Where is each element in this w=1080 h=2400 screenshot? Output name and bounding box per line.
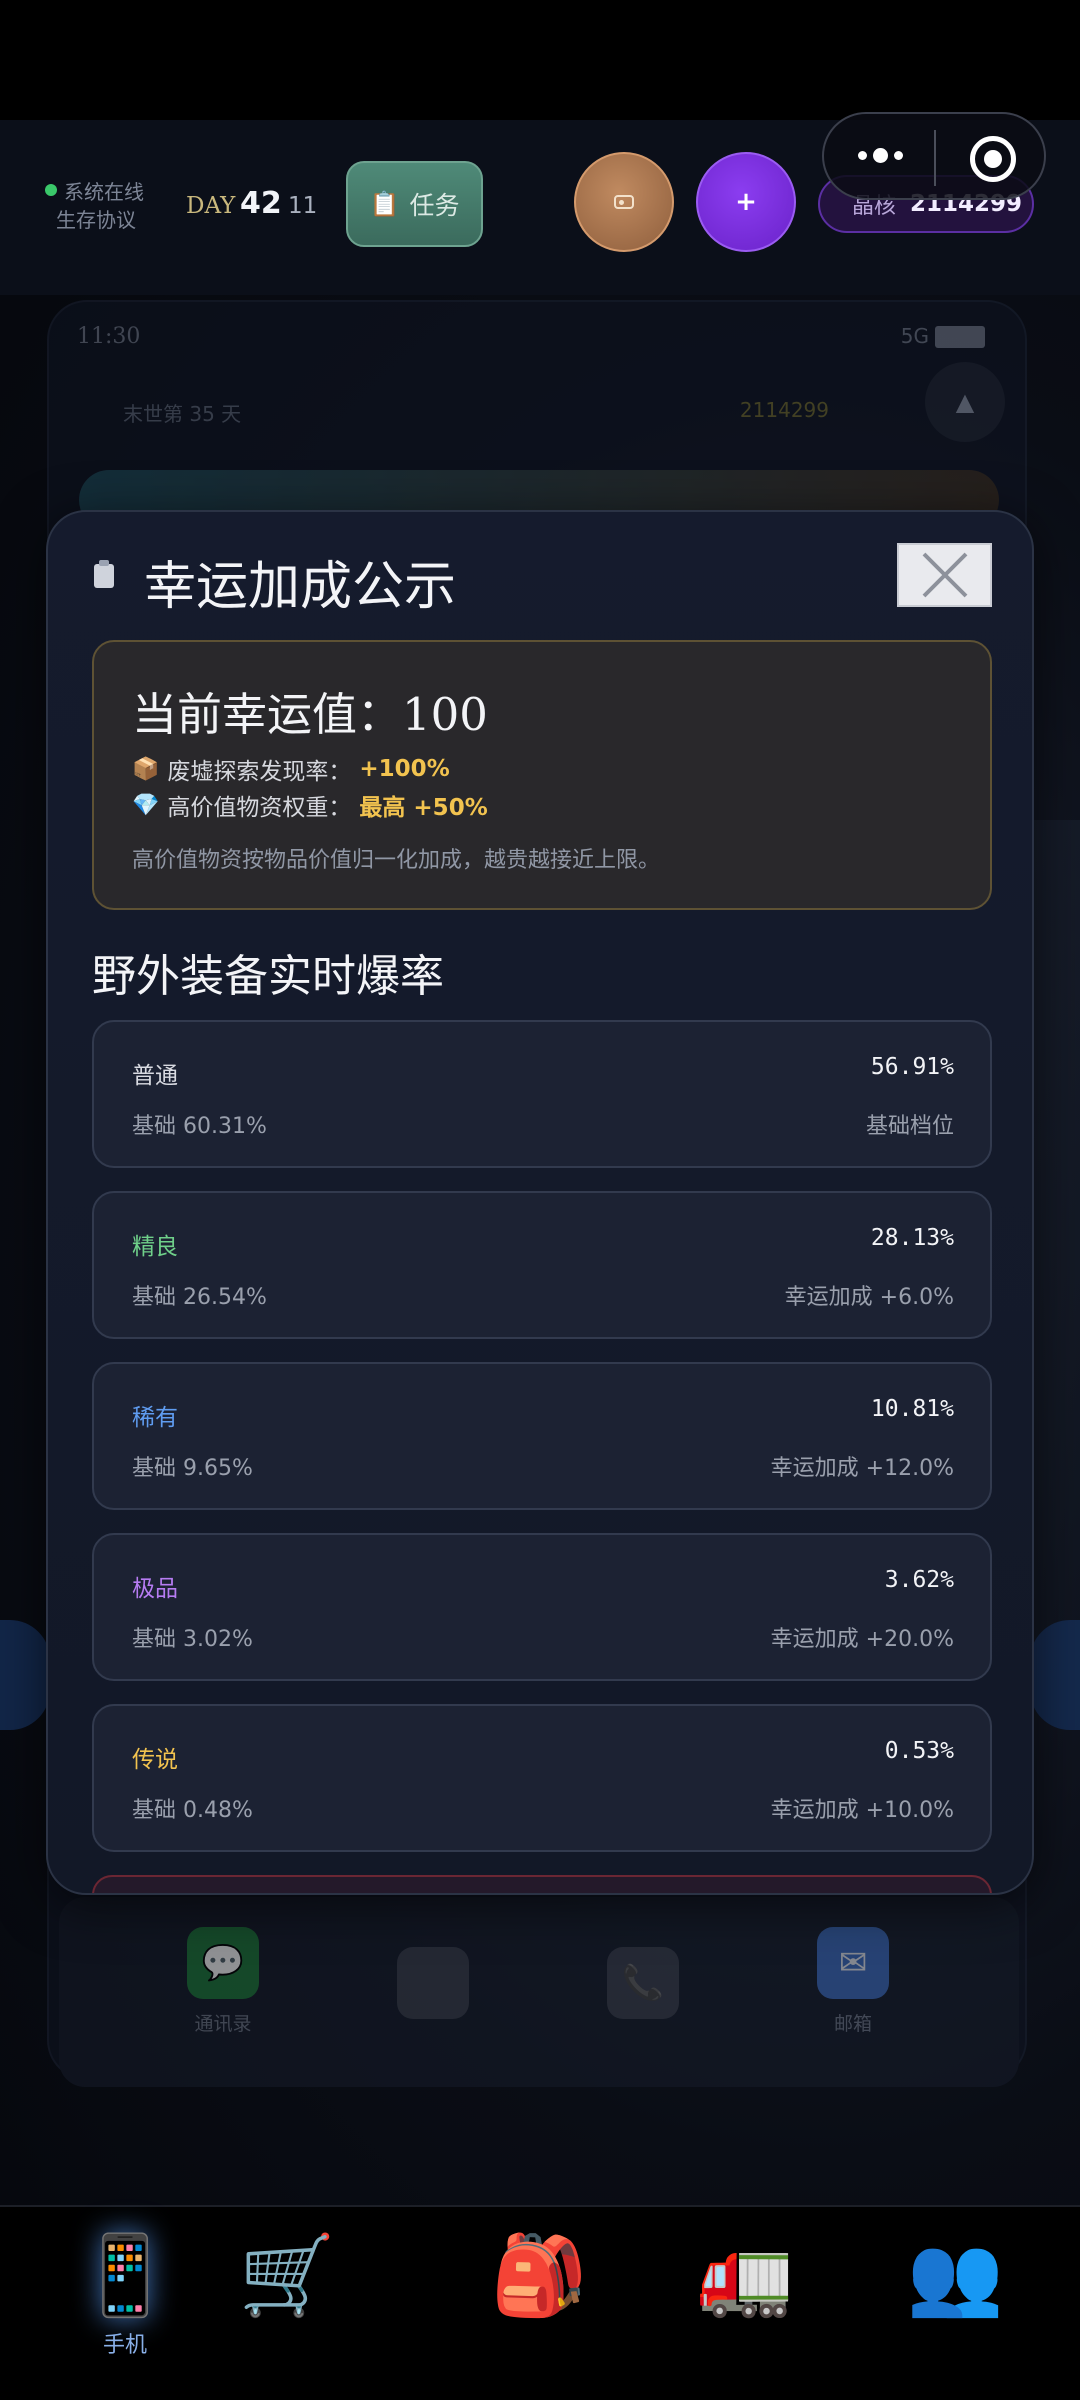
luck-line-discovery: 📦 废墟探索发现率： +100% [132,752,450,786]
battery-icon [935,326,985,348]
rate-value: 56.91% [870,1054,954,1080]
phone-info-row: 末世第 35 天 2114299 [79,378,999,446]
modal-title: 幸运加成公示 [144,557,457,617]
miniprogram-capsule [822,112,1046,200]
rate-value: 28.13% [870,1225,954,1251]
phone-icon: 📞 [607,1947,679,2019]
more-icon[interactable] [858,148,903,163]
rate-bonus: 基础档位 [865,1114,954,1139]
protocol-link[interactable]: 生存协议 [56,204,136,233]
mobile-phone-icon: 📱 [76,2231,174,2321]
close-miniprogram-icon[interactable] [970,136,1016,182]
phone-gem-value: 2114299 [739,398,829,422]
app-root: 系统在线 生存协议 DAY 42 11 📋 任务 + 晶核 2114299 11… [0,0,1080,2400]
dock-label-contacts: 通讯录 [194,2013,252,2035]
weight-label: 高价值物资权重： [167,795,352,821]
capsule-divider [934,130,936,186]
blank-app-icon [397,1947,469,2019]
people-icon: 👥 [906,2231,1004,2321]
rate-value: 10.81% [870,1396,954,1422]
rate-tier: 传说 [132,1747,178,1773]
backpack-icon: 🎒 [490,2231,588,2321]
phone-network: 5G [900,324,929,348]
rate-bonus: 幸运加成 +10.0% [770,1798,954,1823]
rate-value: 3.62% [884,1567,954,1593]
rate-base: 基础 26.54% [132,1285,267,1310]
nav-item-people[interactable]: 👥 [895,2231,1015,2381]
radio-icon [614,195,634,209]
truck-icon: 🚛 [696,2231,794,2321]
rate-base: 基础 60.31% [132,1114,267,1139]
luck-bonus-modal: 幸运加成公示 当前幸运值：100 📦 废墟探索发现率： +100% 💎 高价值物… [46,510,1034,1895]
phone-dock: 💬 通讯录 📞 ✉ 邮箱 [59,1897,1019,2087]
rate-card: 稀有 10.81% 基础 9.65% 幸运加成 +12.0% [92,1362,992,1510]
side-decoration-right [1030,1620,1080,1730]
clipboard-icon: 📋 [369,190,400,218]
nav-item-backpack[interactable]: 🎒 [479,2231,599,2381]
online-status-dot [45,184,57,196]
mail-icon: ✉ [817,1927,889,1999]
discovery-value: +100% [359,756,450,782]
rate-tier: 极品 [132,1576,178,1602]
day-sub-number: 11 [288,193,318,219]
rate-bonus: 幸运加成 +20.0% [770,1627,954,1652]
rate-card: 极品 3.62% 基础 3.02% 幸运加成 +20.0% [92,1533,992,1681]
shopping-cart-icon: 🛒 [238,2231,336,2321]
dock-label-mail: 邮箱 [833,2013,872,2035]
rate-base: 基础 0.48% [132,1798,253,1823]
close-button[interactable] [897,543,992,607]
rate-tier: 稀有 [132,1405,178,1431]
task-button-label: 任务 [409,191,460,220]
bottom-navigation: 📱 手机 🛒 🎒 🚛 👥 [0,2205,1080,2400]
rate-bonus: 幸运加成 +6.0% [784,1285,954,1310]
day-number: 42 [240,186,282,221]
radio-button[interactable] [574,152,674,252]
box-icon: 📦 [132,756,160,782]
weight-value: 最高 +50% [359,795,488,821]
collapse-arrow-icon: ▲ [925,362,1005,442]
rate-base: 基础 9.65% [132,1456,253,1481]
luck-line-weight: 💎 高价值物资权重： 最高 +50% [132,788,488,822]
phone-time: 11:30 [77,324,141,349]
gem-icon: 💎 [132,792,160,818]
nav-item-truck[interactable]: 🚛 [685,2231,805,2381]
luck-note: 高价值物资按物品价值归一化加成，越贵越接近上限。 [132,848,661,873]
task-button[interactable]: 📋 任务 [346,161,483,247]
rate-card-partial [92,1875,992,1893]
rate-value: 0.53% [884,1738,954,1764]
nav-item-label: 手机 [102,2333,147,2358]
rate-tier: 普通 [132,1063,178,1089]
clipboard-icon [94,560,114,588]
nav-item-mobile-phone[interactable]: 📱 手机 [65,2231,185,2381]
rate-card: 普通 56.91% 基础 60.31% 基础档位 [92,1020,992,1168]
add-button[interactable]: + [696,152,796,252]
online-status-text: 系统在线 [64,180,144,204]
section-title-drop-rates: 野外装备实时爆率 [92,951,444,1002]
close-icon [922,552,967,598]
status-bar [0,0,1080,120]
rate-card: 精良 28.13% 基础 26.54% 幸运加成 +6.0% [92,1191,992,1339]
luck-value-title: 当前幸运值：100 [132,688,488,741]
phone-calendar-text: 末世第 35 天 [123,402,242,426]
rate-tier: 精良 [132,1234,178,1260]
nav-item-shopping-cart[interactable]: 🛒 [227,2231,347,2381]
rate-card: 传说 0.53% 基础 0.48% 幸运加成 +10.0% [92,1704,992,1852]
rate-bonus: 幸运加成 +12.0% [770,1456,954,1481]
chat-icon: 💬 [187,1927,259,1999]
discovery-label: 废墟探索发现率： [167,759,352,785]
rate-base: 基础 3.02% [132,1627,253,1652]
day-label: DAY [186,193,236,219]
luck-value-card: 当前幸运值：100 📦 废墟探索发现率： +100% 💎 高价值物资权重： 最高… [92,640,992,910]
